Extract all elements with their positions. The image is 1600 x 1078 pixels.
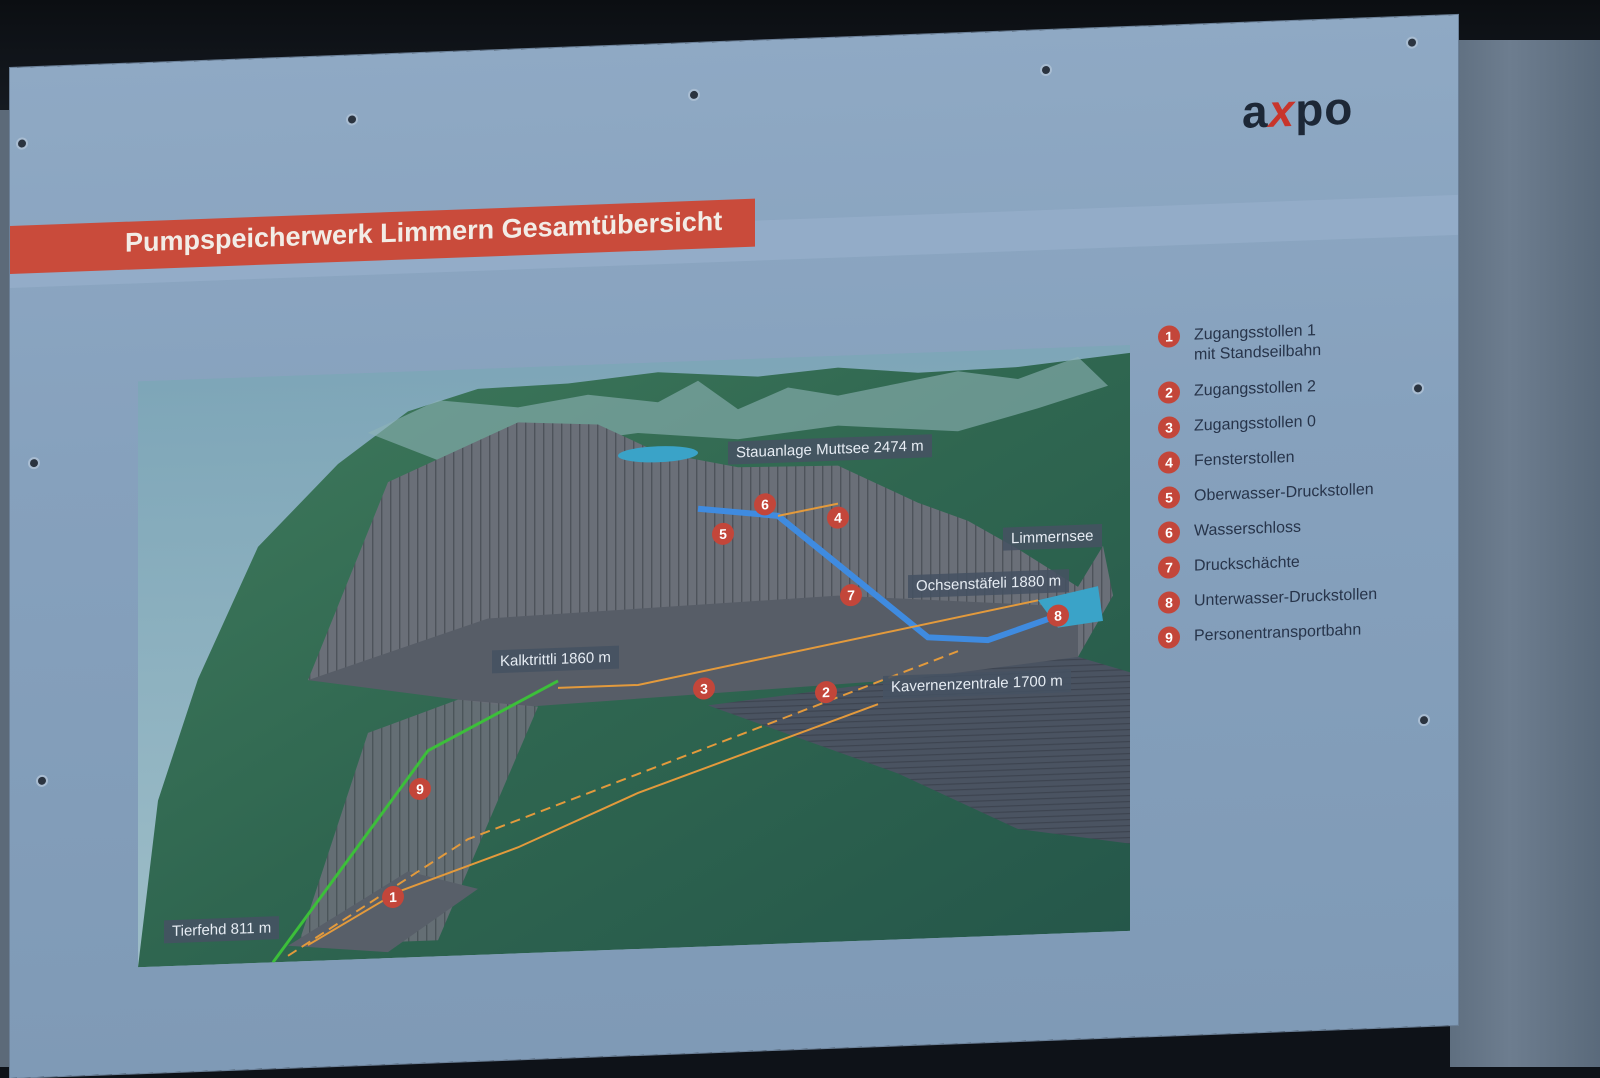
legend-label: Oberwasser-Druckstollen bbox=[1194, 480, 1374, 505]
legend-number: 1 bbox=[1158, 325, 1180, 348]
marker-label: 5 bbox=[719, 526, 727, 542]
marker-label: 6 bbox=[761, 496, 769, 512]
legend-label: Unterwasser-Druckstollen bbox=[1194, 585, 1378, 610]
marker-label: 3 bbox=[700, 680, 708, 696]
screw-icon bbox=[38, 776, 46, 785]
legend-label: Druckschächte bbox=[1194, 553, 1300, 575]
legend-label: Zugangsstollen 0 bbox=[1194, 413, 1316, 435]
legend-number: 5 bbox=[1158, 486, 1180, 509]
lightning-bolt-icon: x bbox=[1268, 83, 1296, 137]
legend-number: 3 bbox=[1158, 416, 1180, 439]
screw-icon bbox=[348, 115, 356, 124]
marker-label: 2 bbox=[822, 684, 830, 700]
marker-label: 1 bbox=[389, 889, 397, 905]
legend-item: 1 Zugangsstollen 1 mit Standseilbahn bbox=[1158, 316, 1438, 382]
screw-icon bbox=[690, 90, 698, 100]
legend-label: Zugangsstollen 2 bbox=[1194, 378, 1316, 400]
screw-icon bbox=[1042, 65, 1050, 75]
label-limmernsee: Limmernsee bbox=[1003, 523, 1102, 551]
company-logo: axpo bbox=[1242, 81, 1353, 139]
label-kalktrittli: Kalktrittli 1860 m bbox=[492, 645, 619, 674]
legend-number: 8 bbox=[1158, 591, 1180, 614]
logo-text-suffix: po bbox=[1295, 81, 1354, 136]
info-sign: Pumpspeicherwerk Limmern Gesamtübersicht… bbox=[10, 14, 1458, 1078]
marker-label: 8 bbox=[1054, 607, 1062, 623]
screw-icon bbox=[18, 139, 26, 148]
legend-label: Fensterstollen bbox=[1194, 448, 1295, 470]
legend-number: 4 bbox=[1158, 451, 1180, 474]
legend-label: Zugangsstollen 1 mit Standseilbahn bbox=[1194, 322, 1322, 364]
terrain-diagram: 5 6 4 7 8 3 2 9 1 Stauanlage Muttsee 247… bbox=[138, 344, 1138, 968]
legend-label: Personentransportbahn bbox=[1194, 621, 1362, 645]
marker-label: 7 bbox=[847, 587, 855, 603]
label-tierfehd: Tierfehd 811 m bbox=[164, 916, 280, 944]
logo-text-prefix: a bbox=[1242, 84, 1269, 138]
legend-number: 9 bbox=[1158, 626, 1180, 649]
legend-number: 2 bbox=[1158, 381, 1180, 404]
page-title: Pumpspeicherwerk Limmern Gesamtübersicht bbox=[125, 205, 723, 258]
screw-icon bbox=[1420, 716, 1428, 725]
concrete-wall bbox=[1450, 40, 1600, 1067]
screw-icon bbox=[1408, 38, 1416, 47]
marker-label: 9 bbox=[416, 781, 424, 797]
legend-label: Wasserschloss bbox=[1194, 518, 1301, 540]
screw-icon bbox=[30, 458, 38, 468]
legend-number: 7 bbox=[1158, 556, 1180, 579]
legend: 1 Zugangsstollen 1 mit Standseilbahn 2 Zu… bbox=[1158, 316, 1438, 662]
legend-number: 6 bbox=[1158, 521, 1180, 544]
terrain-svg: 5 6 4 7 8 3 2 9 1 bbox=[138, 344, 1138, 968]
marker-label: 4 bbox=[834, 509, 842, 525]
